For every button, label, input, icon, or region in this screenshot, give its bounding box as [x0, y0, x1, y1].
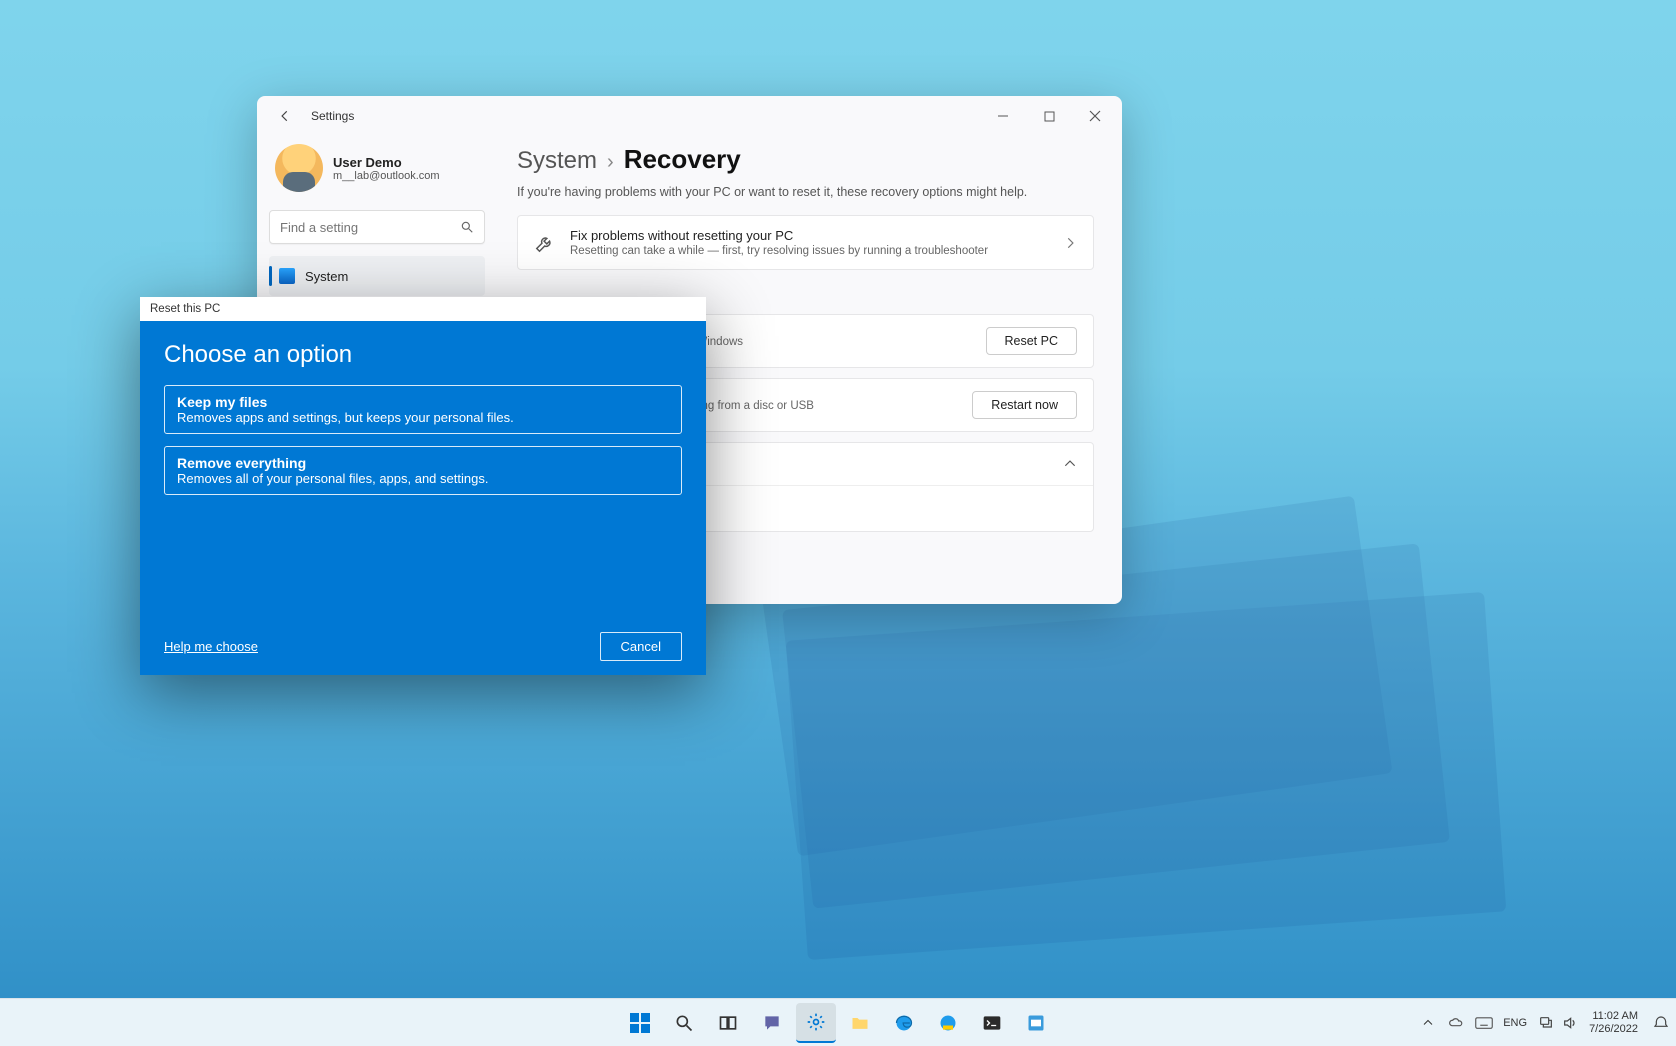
option-keep-my-files[interactable]: Keep my files Removes apps and settings,…: [164, 385, 682, 434]
card-desc: Resetting can take a while — first, try …: [570, 245, 1049, 257]
wrench-icon: [534, 232, 556, 254]
search-icon: [460, 220, 474, 234]
page-subtitle: If you're having problems with your PC o…: [517, 185, 1094, 199]
card-title: Fix problems without resetting your PC: [570, 228, 1049, 243]
dialog-titlebar: Reset this PC: [140, 297, 706, 321]
back-button[interactable]: [273, 104, 297, 128]
option-desc: Removes apps and settings, but keeps you…: [177, 410, 669, 425]
volume-icon: [1561, 1014, 1579, 1032]
help-me-choose-link[interactable]: Help me choose: [164, 639, 258, 654]
search-box[interactable]: [269, 210, 485, 244]
user-email: m__lab@outlook.com: [333, 170, 440, 182]
titlebar: Settings: [257, 96, 1122, 136]
system-tray: ENG 11:02 AM 7/26/2022: [1419, 1010, 1670, 1035]
option-title: Remove everything: [177, 455, 669, 471]
cancel-button[interactable]: Cancel: [600, 632, 682, 661]
chevron-right-icon: ›: [607, 151, 614, 174]
keyboard-icon[interactable]: [1475, 1014, 1493, 1032]
language-indicator[interactable]: ENG: [1503, 1017, 1527, 1029]
edge-canary-icon[interactable]: [928, 1003, 968, 1043]
onedrive-icon[interactable]: [1447, 1014, 1465, 1032]
settings-icon[interactable]: [796, 1003, 836, 1043]
chevron-right-icon: [1063, 236, 1077, 250]
option-remove-everything[interactable]: Remove everything Removes all of your pe…: [164, 446, 682, 495]
clock-date: 7/26/2022: [1589, 1023, 1638, 1036]
task-view-icon[interactable]: [708, 1003, 748, 1043]
sidebar-item-system[interactable]: System: [269, 256, 485, 296]
option-title: Keep my files: [177, 394, 669, 410]
dialog-heading: Choose an option: [164, 341, 682, 369]
window-title: Settings: [311, 109, 354, 123]
clock-time: 11:02 AM: [1589, 1010, 1638, 1023]
taskbar-search-icon[interactable]: [664, 1003, 704, 1043]
window-controls: [980, 96, 1118, 136]
edge-icon[interactable]: [884, 1003, 924, 1043]
taskbar: ENG 11:02 AM 7/26/2022: [0, 998, 1676, 1046]
notifications-icon[interactable]: [1652, 1014, 1670, 1032]
chevron-up-icon: [1063, 457, 1077, 471]
nav-list: System: [269, 256, 485, 296]
troubleshoot-card[interactable]: Fix problems without resetting your PC R…: [517, 215, 1094, 270]
user-name: User Demo: [333, 155, 440, 170]
restart-now-button[interactable]: Restart now: [972, 391, 1077, 419]
reset-this-pc-dialog: Reset this PC Choose an option Keep my f…: [140, 297, 706, 675]
page-title: Recovery: [624, 144, 741, 175]
minimize-button[interactable]: [980, 96, 1026, 136]
quick-settings[interactable]: [1537, 1014, 1579, 1032]
tray-chevron-up-icon[interactable]: [1419, 1014, 1437, 1032]
search-input[interactable]: [280, 220, 460, 235]
close-button[interactable]: [1072, 96, 1118, 136]
start-button[interactable]: [620, 1003, 660, 1043]
terminal-icon[interactable]: [972, 1003, 1012, 1043]
reset-pc-button[interactable]: Reset PC: [986, 327, 1078, 355]
user-profile[interactable]: User Demo m__lab@outlook.com: [269, 136, 485, 206]
clock[interactable]: 11:02 AM 7/26/2022: [1589, 1010, 1638, 1035]
app-icon[interactable]: [1016, 1003, 1056, 1043]
option-desc: Removes all of your personal files, apps…: [177, 471, 669, 486]
network-icon: [1537, 1014, 1555, 1032]
avatar: [275, 144, 323, 192]
display-icon: [279, 268, 295, 284]
maximize-button[interactable]: [1026, 96, 1072, 136]
file-explorer-icon[interactable]: [840, 1003, 880, 1043]
taskbar-center: [620, 1003, 1056, 1043]
chat-icon[interactable]: [752, 1003, 792, 1043]
breadcrumb: System › Recovery: [517, 144, 1094, 175]
breadcrumb-parent[interactable]: System: [517, 147, 597, 175]
sidebar-item-label: System: [305, 269, 348, 284]
